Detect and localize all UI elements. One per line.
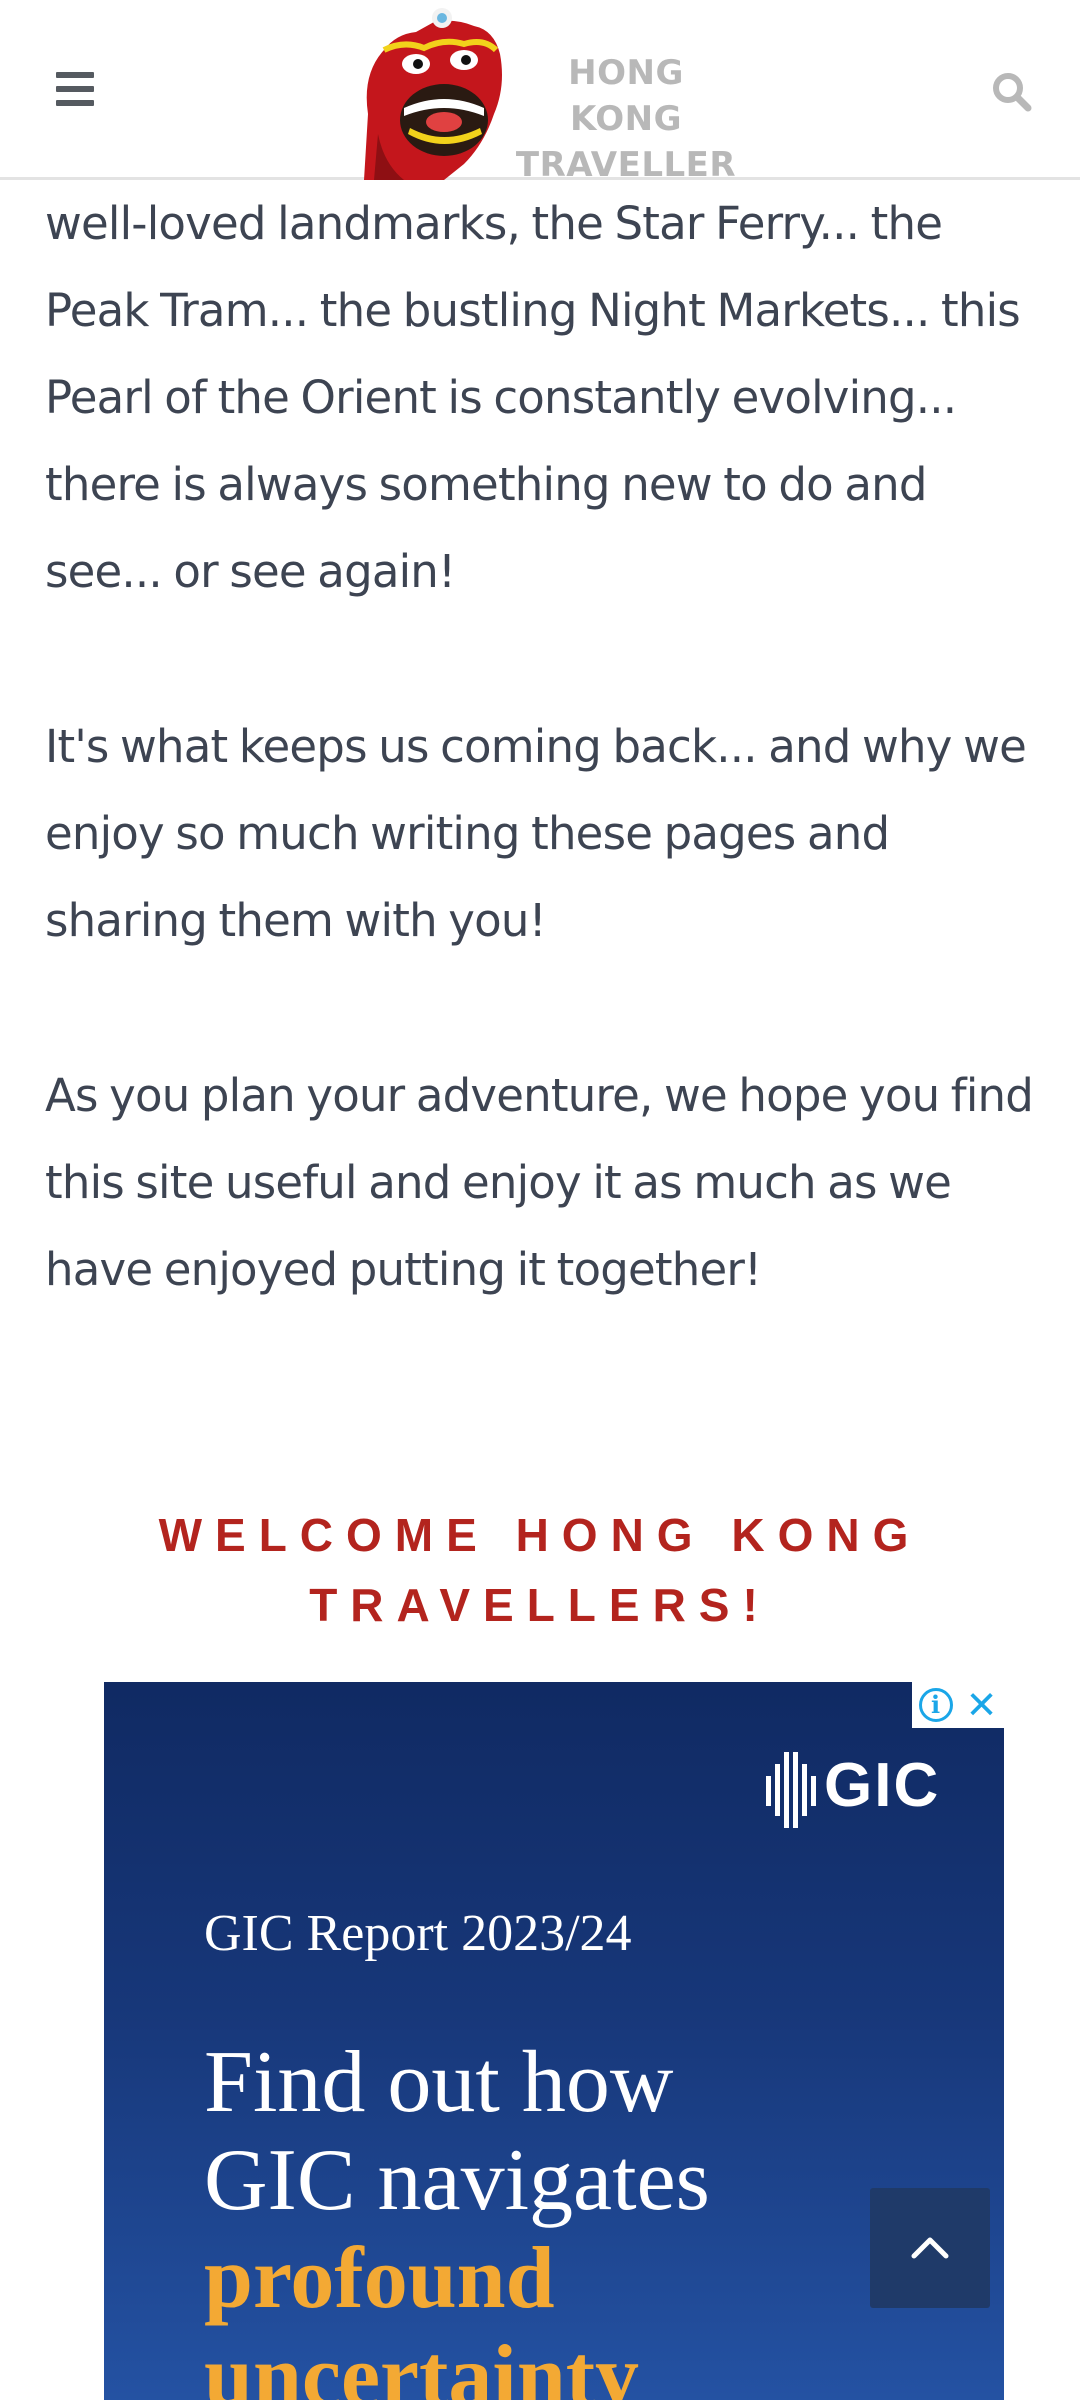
ad-close-icon[interactable]: ✕: [966, 1686, 998, 1724]
advertisement-banner[interactable]: i ✕ GIC GIC Report 2023/24 Find out how …: [104, 1682, 1004, 2400]
ad-info-icon[interactable]: i: [918, 1688, 953, 1722]
welcome-heading-line1: WELCOME HONG KONG: [158, 1509, 922, 1561]
ad-headline-highlight: uncertainty: [204, 2328, 640, 2400]
article-paragraph: well-loved landmarks, the Star Ferry... …: [45, 197, 1021, 598]
ad-report-title: GIC Report 2023/24: [204, 1905, 632, 1962]
hamburger-icon-bar: [56, 86, 94, 92]
ad-headline-line: Find out how: [204, 2034, 674, 2131]
welcome-heading-line2: TRAVELLERS!: [309, 1579, 771, 1631]
chevron-up-icon: [911, 2237, 949, 2259]
logo-text: HONG KONG TRAVELLER: [506, 50, 746, 188]
site-logo[interactable]: HONG KONG TRAVELLER: [344, 4, 744, 185]
ad-headline: Find out how GIC navigates profound unce…: [204, 2034, 964, 2400]
gic-brand: GIC: [824, 1751, 941, 1820]
back-to-top-button[interactable]: [870, 2188, 990, 2308]
lion-dance-icon: [364, 8, 502, 180]
search-button[interactable]: [990, 70, 1034, 114]
gic-bars-icon: [766, 1752, 816, 1828]
logo-line2: TRAVELLER: [515, 145, 737, 185]
welcome-heading: WELCOME HONG KONG TRAVELLERS!: [110, 1500, 970, 1640]
article-paragraph: As you plan your adventure, we hope you …: [45, 1069, 1034, 1296]
ad-controls: i ✕: [912, 1682, 1004, 1728]
ad-headline-line: GIC navigates: [204, 2132, 710, 2229]
gic-logo: GIC: [766, 1742, 966, 1832]
hamburger-icon-bar: [56, 100, 94, 106]
site-header: HONG KONG TRAVELLER: [0, 0, 1080, 185]
article-paragraph: It's what keeps us coming back... and wh…: [45, 720, 1027, 947]
ad-headline-highlight: profound: [204, 2230, 555, 2327]
hamburger-icon-bar: [56, 72, 94, 78]
search-icon: [993, 73, 1032, 112]
logo-line1: HONG KONG: [568, 53, 684, 139]
hamburger-menu-button[interactable]: [56, 72, 94, 106]
